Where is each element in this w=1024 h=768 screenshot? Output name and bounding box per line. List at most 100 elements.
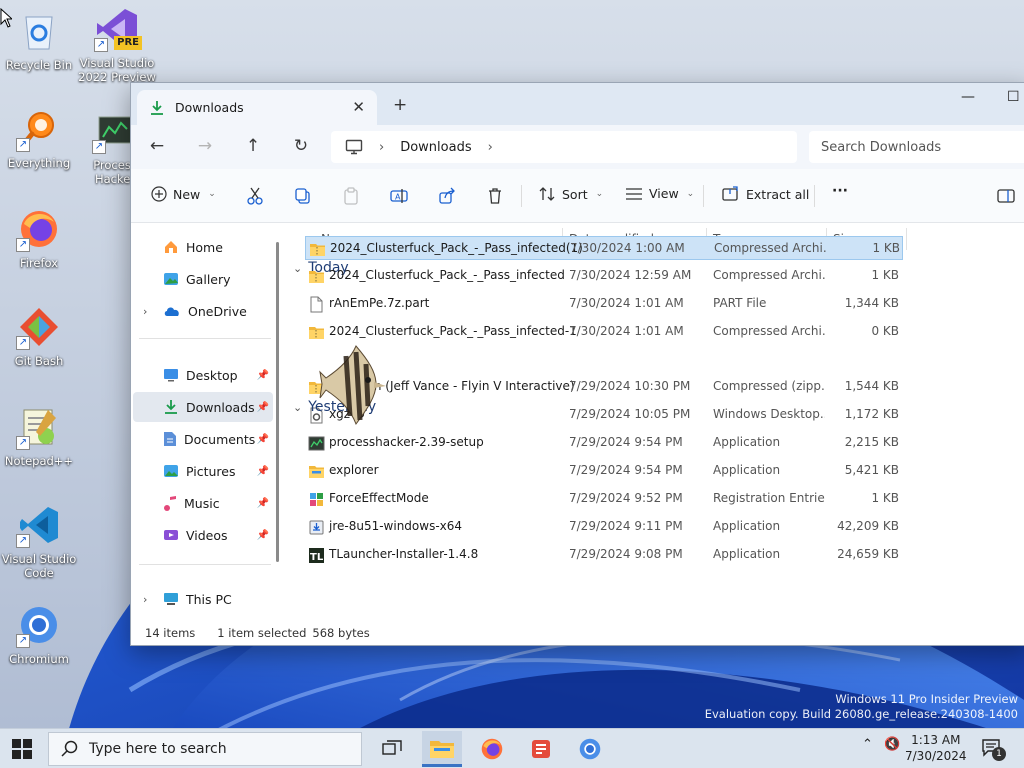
- notification-count-badge: 1: [992, 747, 1006, 761]
- git-bash-icon: ↗: [16, 304, 62, 350]
- file-type: Compressed Archi...: [714, 241, 826, 255]
- title-bar: Downloads ✕ + — ☐: [131, 83, 1024, 125]
- pin-icon[interactable]: 📌: [257, 466, 269, 477]
- address-bar[interactable]: › Downloads ›: [331, 131, 797, 163]
- volume-muted-icon[interactable]: 🔇: [884, 737, 900, 752]
- taskbar-clock[interactable]: 1:13 AM 7/30/2024: [905, 732, 967, 764]
- share-button[interactable]: [436, 185, 458, 207]
- file-size: 0 KB: [871, 324, 899, 338]
- file-row[interactable]: ForceEffectMode 7/29/2024 9:52 PM Registra…: [305, 487, 903, 511]
- chevron-right-icon[interactable]: ›: [143, 305, 147, 318]
- pin-icon[interactable]: 📌: [257, 498, 269, 509]
- download-arrow-icon: [151, 100, 163, 115]
- search-icon: [61, 740, 78, 757]
- copy-button[interactable]: [292, 185, 314, 207]
- nav-item-home[interactable]: Home: [133, 232, 273, 262]
- trash-icon: [489, 188, 501, 204]
- nav-item-videos[interactable]: Videos 📌: [133, 520, 273, 550]
- address-segment-downloads[interactable]: Downloads: [400, 140, 471, 155]
- taskbar-file-explorer-button[interactable]: [422, 731, 462, 767]
- file-name: ForceEffectMode: [329, 491, 429, 505]
- minimize-button[interactable]: —: [961, 89, 975, 105]
- desktop-icon-visual-studio-code[interactable]: ↗ Visual Studio Code: [0, 502, 78, 580]
- pin-icon[interactable]: 📌: [257, 370, 269, 381]
- maximize-button[interactable]: ☐: [1007, 89, 1020, 105]
- new-button[interactable]: New ⌄: [151, 186, 216, 202]
- file-row[interactable]: 2024_Clusterfuck_Pack_-_Pass_infected-1 7…: [305, 320, 903, 344]
- taskbar-process-hacker-button[interactable]: [521, 731, 561, 767]
- show-hidden-icons-chevron-up-icon[interactable]: ⌃: [862, 737, 873, 752]
- notepad-plus-plus-icon: ↗: [16, 404, 62, 450]
- taskbar-firefox-button[interactable]: [472, 731, 512, 767]
- pin-icon[interactable]: 📌: [257, 530, 269, 541]
- taskbar-task-view-button[interactable]: [372, 731, 412, 767]
- app-icon: [308, 435, 325, 452]
- file-row[interactable]: jre-8u51-windows-x64 7/29/2024 9:11 PM App…: [305, 515, 903, 539]
- taskbar-search-input[interactable]: Type here to search: [48, 732, 362, 766]
- file-date-modified: 7/30/2024 1:00 AM: [570, 241, 685, 255]
- tab-downloads[interactable]: Downloads ✕: [137, 90, 377, 125]
- nav-item-gallery[interactable]: Gallery: [133, 264, 273, 294]
- chevron-right-icon[interactable]: ›: [488, 140, 493, 155]
- desktop-icon-everything[interactable]: ↗ Everything: [0, 106, 78, 170]
- desktop-icon-git-bash[interactable]: ↗ Git Bash: [0, 304, 78, 368]
- nav-item-pictures[interactable]: Pictures 📌: [133, 456, 273, 486]
- windows-start-icon[interactable]: [12, 739, 32, 759]
- file-date-modified: 7/30/2024 12:59 AM: [569, 268, 692, 282]
- file-row[interactable]: 2024_Clusterfuck_Pack_-_Pass_infected 7/3…: [305, 264, 903, 288]
- nav-item-downloads[interactable]: Downloads 📌: [133, 392, 273, 422]
- close-tab-icon[interactable]: ✕: [352, 98, 365, 116]
- cut-button[interactable]: [244, 185, 266, 207]
- search-input[interactable]: Search Downloads: [809, 131, 1024, 163]
- music-note-icon: [164, 496, 176, 511]
- nav-item-this-pc[interactable]: › This PC: [133, 584, 273, 614]
- file-size: 5,421 KB: [844, 463, 899, 477]
- rename-button[interactable]: A: [388, 185, 410, 207]
- back-button[interactable]: ←: [145, 136, 169, 156]
- file-name: 2024_Clusterfuck_Pack_-_Pass_infected(1): [330, 241, 583, 255]
- file-row[interactable]: rAnEmPe.7z.part 7/30/2024 1:01 AM PART Fil…: [305, 292, 903, 316]
- new-tab-button[interactable]: +: [393, 95, 407, 115]
- forward-button[interactable]: →: [193, 136, 217, 156]
- delete-button[interactable]: [484, 185, 506, 207]
- visual-studio-icon: PRE ↗: [94, 6, 142, 52]
- refresh-button[interactable]: ↻: [289, 136, 313, 156]
- nav-item-onedrive[interactable]: › OneDrive: [133, 296, 273, 326]
- extract-all-button[interactable]: Extract all: [722, 186, 809, 202]
- desktop-icon-notepad-plus-plus[interactable]: ↗ Notepad++: [0, 404, 78, 468]
- desktop-icon-firefox[interactable]: ↗ Firefox: [0, 206, 78, 270]
- blank-file-icon: [308, 296, 325, 313]
- gallery-icon: [164, 273, 178, 285]
- sort-button[interactable]: Sort ⌄: [538, 186, 603, 202]
- desktop-icon-chromium[interactable]: ↗ Chromium: [0, 602, 78, 666]
- angelfish-overlay-icon[interactable]: [316, 342, 402, 428]
- file-row[interactable]: processhacker-2.39-setup 7/29/2024 9:54 P…: [305, 431, 903, 455]
- file-row[interactable]: TL TLauncher-Installer-1.4.8 7/29/2024 9:0…: [305, 543, 903, 567]
- video-icon: [164, 530, 178, 540]
- chevron-right-icon[interactable]: ›: [143, 593, 147, 606]
- taskbar-chromium-button[interactable]: [570, 731, 610, 767]
- desktop-icon-visual-studio-2022-preview[interactable]: PRE ↗ Visual Studio 2022 Preview: [78, 6, 156, 84]
- file-size: 1 KB: [871, 268, 899, 282]
- nav-item-desktop[interactable]: Desktop 📌: [133, 360, 273, 390]
- file-date-modified: 7/29/2024 9:54 PM: [569, 463, 683, 477]
- view-button[interactable]: View ⌄: [625, 186, 694, 201]
- up-button[interactable]: ↑: [241, 136, 265, 156]
- details-pane-button[interactable]: [995, 185, 1017, 207]
- nav-pane-scrollbar[interactable]: [276, 242, 279, 562]
- pin-icon[interactable]: 📌: [257, 434, 269, 445]
- task-view-icon: [382, 740, 402, 755]
- more-options-button[interactable]: ···: [832, 183, 848, 199]
- file-type: Application: [713, 519, 781, 533]
- file-row[interactable]: 2024_Clusterfuck_Pack_-_Pass_infected(1)…: [305, 236, 903, 260]
- chevron-down-icon: ⌄: [293, 261, 303, 275]
- nav-item-music[interactable]: Music 📌: [133, 488, 273, 518]
- column-divider[interactable]: [906, 228, 907, 250]
- notification-center-button[interactable]: 1: [982, 739, 1006, 761]
- toolbar-divider: [814, 185, 815, 207]
- file-row[interactable]: explorer 7/29/2024 9:54 PM Application 5,42…: [305, 459, 903, 483]
- paste-button[interactable]: [340, 185, 362, 207]
- file-type: Compressed Archi...: [713, 268, 825, 282]
- nav-item-documents[interactable]: Documents 📌: [133, 424, 273, 454]
- pin-icon[interactable]: 📌: [257, 402, 269, 413]
